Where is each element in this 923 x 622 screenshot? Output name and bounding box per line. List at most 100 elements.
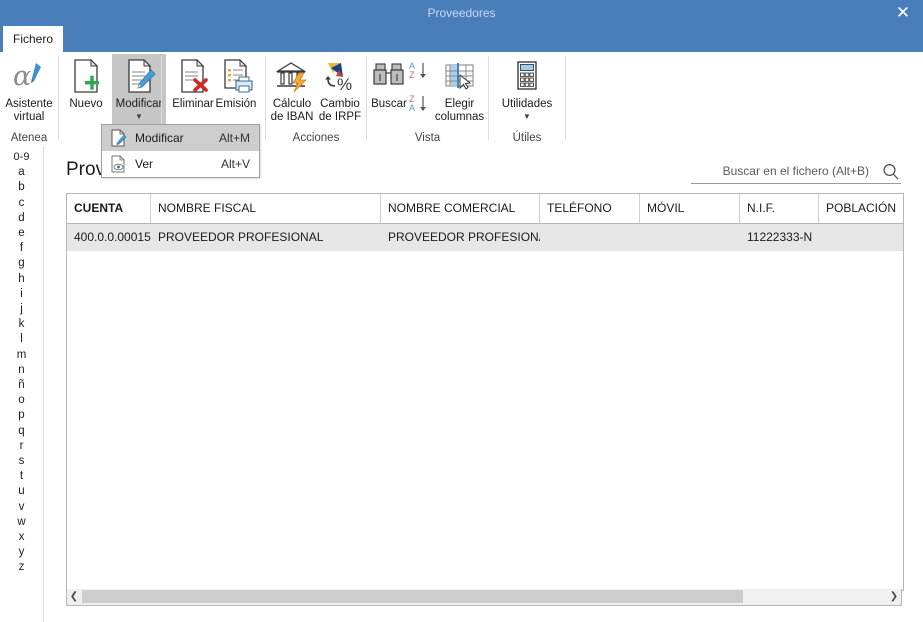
alpha-item[interactable]: b xyxy=(0,180,43,195)
alpha-item[interactable]: v xyxy=(0,500,43,515)
chevron-down-icon[interactable]: ▼ xyxy=(491,112,563,121)
window-title: Proveedores xyxy=(427,6,496,20)
ribbon-button-calculo-de-iban[interactable]: Cálculo de IBAN xyxy=(268,54,316,124)
ribbon-button-cambio-de-irpf[interactable]: % Cambio de IRPF xyxy=(316,54,364,124)
alpha-item[interactable]: z xyxy=(0,560,43,575)
svg-text:%: % xyxy=(337,75,352,94)
ribbon-button-utilidades[interactable]: Utilidades ▼ xyxy=(491,54,563,121)
alpha-item[interactable]: y xyxy=(0,545,43,560)
scroll-left-icon[interactable]: ❮ xyxy=(67,589,81,604)
search-box xyxy=(691,161,901,184)
view-document-icon xyxy=(110,155,127,173)
menu-item-shortcut: Alt+M xyxy=(218,131,250,145)
column-header-cuenta[interactable]: CUENTA xyxy=(67,194,151,223)
chevron-down-icon[interactable]: ▼ xyxy=(112,112,166,121)
window-titlebar: Proveedores ✕ xyxy=(0,0,923,26)
alpha-item[interactable]: q xyxy=(0,424,43,439)
alpha-item[interactable]: x xyxy=(0,530,43,545)
ribbon-group-label-acciones: Acciones xyxy=(292,132,340,144)
ribbon-button-elegir-columnas[interactable]: Elegir columnas xyxy=(433,54,486,124)
menu-item-modificar[interactable]: Modificar Alt+M xyxy=(102,125,259,151)
alpha-item[interactable]: g xyxy=(0,256,43,271)
column-header-movil[interactable]: MÓVIL xyxy=(640,194,740,223)
alpha-item[interactable]: a xyxy=(0,165,43,180)
ribbon-button-nuevo[interactable]: Nuevo xyxy=(62,54,110,111)
ribbon-button-sort-az[interactable]: A Z xyxy=(408,57,432,83)
alpha-item[interactable]: s xyxy=(0,454,43,469)
ribbon-button-sort-za[interactable]: Z A xyxy=(408,90,432,116)
choose-columns-icon xyxy=(433,57,486,97)
ribbon-button-label: Elegir columnas xyxy=(434,98,485,123)
menu-item-ver[interactable]: Ver Alt+V xyxy=(102,151,259,177)
ribbon-button-label: Cambio de IRPF xyxy=(318,98,362,123)
alpha-item[interactable]: t xyxy=(0,469,43,484)
search-icon[interactable] xyxy=(881,162,901,182)
search-input[interactable] xyxy=(691,161,869,181)
grid-header-row: CUENTA NOMBRE FISCAL NOMBRE COMERCIAL TE… xyxy=(67,194,903,224)
scroll-right-icon[interactable]: ❯ xyxy=(887,589,901,604)
edit-document-icon xyxy=(112,57,166,97)
cell-nombre-comercial: PROVEEDOR PROFESIONAL xyxy=(388,230,540,244)
ribbon-button-buscar[interactable]: Buscar xyxy=(367,54,411,111)
ribbon-button-asistente-virtual[interactable]: α Asistente virtual xyxy=(2,54,56,124)
scrollbar-thumb[interactable] xyxy=(82,590,743,603)
alpha-item[interactable]: l xyxy=(0,332,43,347)
alpha-item[interactable]: k xyxy=(0,317,43,332)
alpha-item[interactable]: i xyxy=(0,287,43,302)
alpha-pen-icon: α xyxy=(2,57,56,97)
ribbon-button-label: Emisión xyxy=(215,98,257,110)
alpha-item[interactable]: n xyxy=(0,363,43,378)
horizontal-scrollbar[interactable]: ❮ ❯ xyxy=(66,589,902,606)
new-document-icon xyxy=(62,57,110,97)
alpha-item[interactable]: ñ xyxy=(0,378,43,393)
svg-text:A: A xyxy=(409,103,415,113)
ribbon-group-label-utiles: Útiles xyxy=(512,132,542,144)
close-icon[interactable]: ✕ xyxy=(883,0,923,26)
ribbon-group-acciones: Cálculo de IBAN % Cambio de IRPF Accione… xyxy=(266,52,366,146)
alpha-item[interactable]: h xyxy=(0,272,43,287)
ribbon-button-label: Utilidades xyxy=(501,98,553,110)
alpha-item[interactable]: m xyxy=(0,348,43,363)
ribbon-button-emision[interactable]: Emisión xyxy=(210,54,262,111)
tax-percent-icon: % xyxy=(316,57,364,97)
alpha-item[interactable]: o xyxy=(0,393,43,408)
ribbon-group-atenea: α Asistente virtual Atenea xyxy=(0,52,58,146)
column-header-telefono[interactable]: TELÉFONO xyxy=(540,194,640,223)
ribbon-button-label: Asistente virtual xyxy=(5,98,53,123)
cell-poblacion xyxy=(819,224,901,251)
alpha-item[interactable]: c xyxy=(0,196,43,211)
ribbon-button-label: Cálculo de IBAN xyxy=(270,98,314,123)
column-header-nif[interactable]: N.I.F. xyxy=(740,194,819,223)
print-document-icon xyxy=(210,57,262,97)
alpha-item[interactable]: p xyxy=(0,408,43,423)
alpha-item[interactable]: 0-9 xyxy=(0,150,43,165)
table-row[interactable]: 400.0.0.00015 PROVEEDOR PROFESIONAL PROV… xyxy=(67,224,903,251)
column-header-nombre-comercial[interactable]: NOMBRE COMERCIAL xyxy=(381,194,540,223)
alphabet-filter-sidebar: 0-9 a b c d e f g h i j k l m n ñ o p q … xyxy=(0,147,44,622)
alpha-item[interactable]: f xyxy=(0,241,43,256)
cell-cuenta: 400.0.0.00015 xyxy=(74,230,151,244)
modificar-dropdown-menu: Modificar Alt+M Ver Alt+V xyxy=(101,124,260,178)
bank-lightning-icon xyxy=(268,57,316,97)
menu-item-shortcut: Alt+V xyxy=(220,157,250,171)
content-area: Proveedores CUENTA NOMBRE FISCAL NOMBRE … xyxy=(45,147,923,622)
ribbon-button-label: Nuevo xyxy=(69,98,103,110)
alpha-item[interactable]: w xyxy=(0,515,43,530)
ribbon-group-label-vista: Vista xyxy=(414,132,441,144)
calculator-icon xyxy=(491,57,563,97)
menu-item-label: Ver xyxy=(135,157,154,171)
alpha-item[interactable]: d xyxy=(0,211,43,226)
sort-az-icon: A Z xyxy=(408,60,432,82)
alpha-item[interactable]: r xyxy=(0,439,43,454)
alpha-item[interactable]: u xyxy=(0,484,43,499)
alpha-item[interactable]: e xyxy=(0,226,43,241)
column-header-nombre-fiscal[interactable]: NOMBRE FISCAL xyxy=(151,194,381,223)
menu-item-label: Modificar xyxy=(135,131,184,145)
data-grid: CUENTA NOMBRE FISCAL NOMBRE COMERCIAL TE… xyxy=(66,193,904,591)
edit-document-icon xyxy=(110,129,127,147)
alpha-item[interactable]: j xyxy=(0,302,43,317)
tab-fichero[interactable]: Fichero xyxy=(3,26,63,52)
column-header-poblacion[interactable]: POBLACIÓN xyxy=(819,194,901,223)
svg-text:α: α xyxy=(13,61,31,92)
cell-nombre-fiscal: PROVEEDOR PROFESIONAL xyxy=(158,230,324,244)
